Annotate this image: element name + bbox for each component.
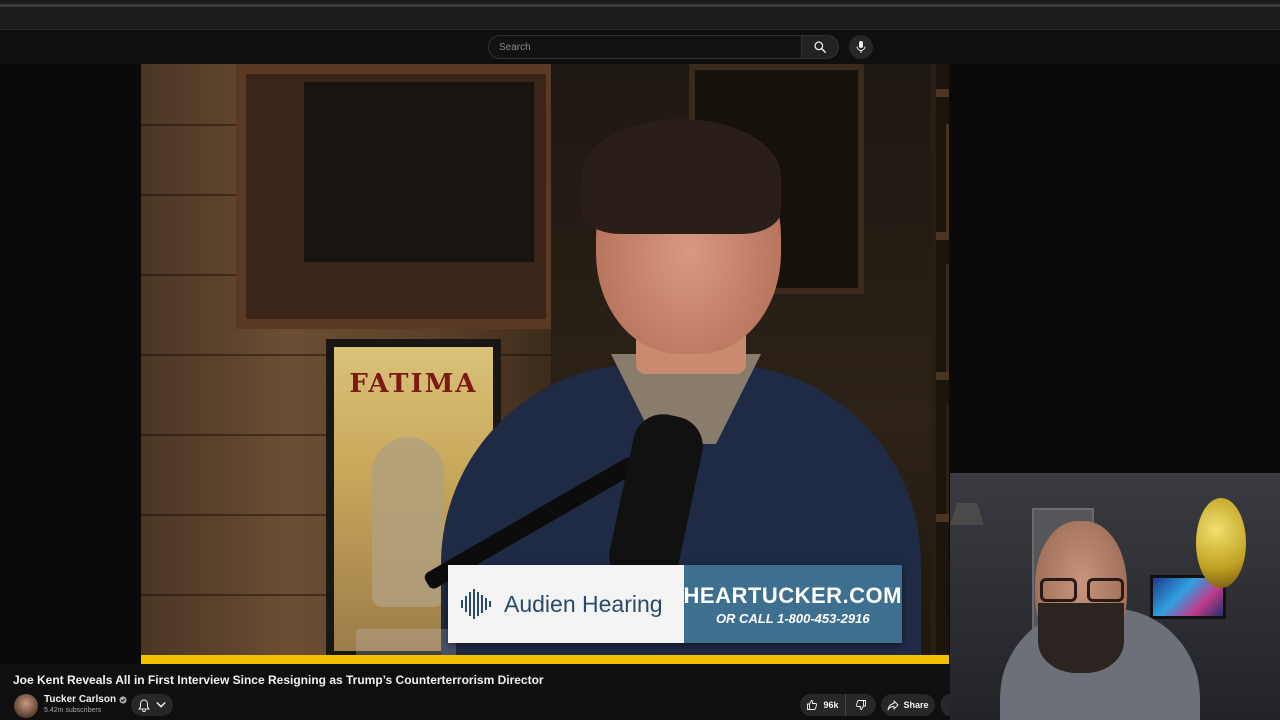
wall-frame <box>236 64 556 329</box>
drinking-glass <box>356 629 456 656</box>
share-button[interactable]: Share <box>881 694 935 716</box>
notifications-button[interactable] <box>131 694 173 716</box>
bell-icon <box>138 698 150 712</box>
streamer-beard <box>1038 603 1124 673</box>
like-count: 96k <box>823 700 839 710</box>
video-title: Joe Kent Reveals All in First Interview … <box>13 673 544 687</box>
webcam-overlay <box>950 473 1280 720</box>
search-box[interactable] <box>488 35 802 59</box>
video-info: Joe Kent Reveals All in First Interview … <box>0 664 950 720</box>
video-frame[interactable]: FATIMA Audien Hearing HEARTUCKER.COM OR … <box>141 64 949 656</box>
dislike-button[interactable] <box>846 694 876 716</box>
ad-brand-name: Audien Hearing <box>504 590 663 617</box>
thumbs-up-icon <box>807 700 818 710</box>
host-hair <box>581 119 781 234</box>
more-actions-button[interactable] <box>941 694 950 716</box>
subscriber-count: 5.42m subscribers <box>44 707 102 714</box>
sound-wave-icon <box>461 589 491 619</box>
streamer-glasses <box>1040 578 1124 604</box>
ad-phone: OR CALL 1-800-453-2916 <box>715 610 870 626</box>
progress-fill <box>141 655 949 664</box>
channel-name-row[interactable]: Tucker Carlson <box>44 694 127 705</box>
browser-chrome-strip <box>0 0 1280 30</box>
search-input[interactable] <box>499 41 801 53</box>
bookshelf <box>936 64 949 656</box>
search-icon <box>814 41 826 53</box>
share-icon <box>888 700 899 710</box>
like-dislike-group: 96k <box>800 694 876 716</box>
verified-icon <box>119 695 127 704</box>
share-label: Share <box>903 700 929 710</box>
voice-search-button[interactable] <box>849 35 873 59</box>
webcam-balloon <box>1196 498 1246 588</box>
ad-brand-panel: Audien Hearing <box>448 565 684 643</box>
channel-avatar[interactable] <box>14 694 38 718</box>
chevron-down-icon <box>156 701 166 708</box>
sponsor-ad-banner[interactable]: Audien Hearing HEARTUCKER.COM OR CALL 1-… <box>448 565 902 643</box>
microphone-icon <box>856 41 866 53</box>
ad-url: HEARTUCKER.COM <box>683 582 902 608</box>
youtube-topbar <box>0 30 1280 64</box>
thumbs-down-icon <box>855 700 866 710</box>
ad-cta-panel: HEARTUCKER.COM OR CALL 1-800-453-2916 <box>683 565 902 643</box>
poster-text: FATIMA <box>349 369 478 399</box>
like-button[interactable]: 96k <box>800 694 846 716</box>
video-progress-bar[interactable] <box>141 655 949 664</box>
channel-name[interactable]: Tucker Carlson <box>44 694 116 705</box>
search-button[interactable] <box>801 35 839 59</box>
